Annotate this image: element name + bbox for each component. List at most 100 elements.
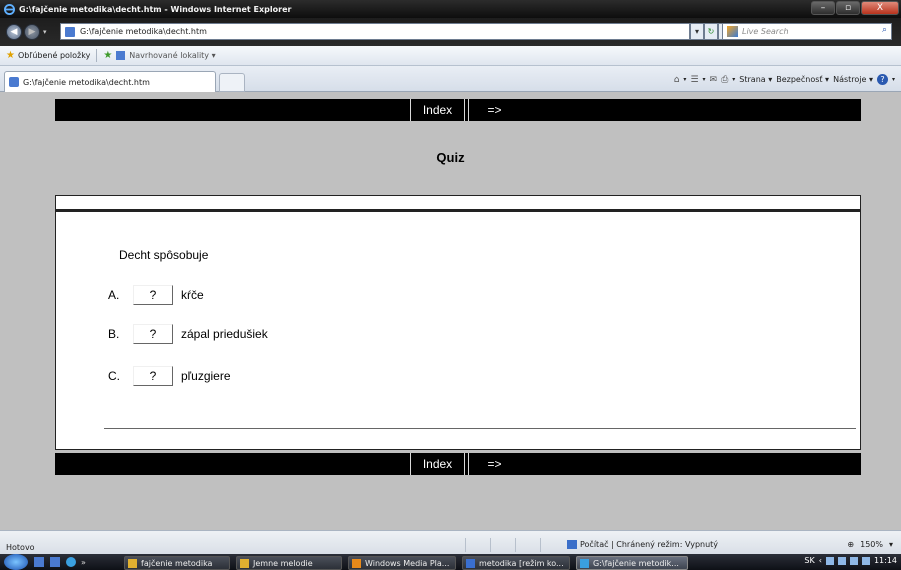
zone-text: Počítač | Chránený režim: Vypnutý [580, 540, 719, 549]
word-document-icon [466, 558, 475, 568]
show-desktop-icon[interactable] [34, 557, 44, 567]
maximize-button[interactable]: ▫ [836, 1, 860, 15]
answer-box[interactable]: ? [133, 285, 173, 305]
search-box[interactable]: Live Search ⌕ [722, 23, 892, 40]
chevron-down-icon[interactable]: ▾ [889, 540, 893, 549]
security-zone[interactable]: Počítač | Chránený režim: Vypnutý [567, 540, 718, 549]
favorites-button[interactable]: Obľúbené položky [18, 51, 90, 60]
task-button-active[interactable]: G:\fajčenie metodik... [576, 556, 688, 570]
feeds-icon[interactable]: ☰ [690, 75, 698, 85]
minimize-button[interactable]: – [811, 1, 835, 15]
index-link[interactable]: Index [410, 453, 465, 475]
system-tray: SK ‹ 11:14 [804, 556, 897, 565]
option-letter: A. [108, 288, 120, 302]
task-button[interactable]: metodika [režim ko... [462, 556, 570, 570]
zoom-icon: ⊕ [847, 540, 855, 549]
divider [104, 428, 856, 429]
title-bar: G:\fajčenie metodika\decht.htm - Windows… [0, 0, 901, 18]
suggested-sites-icon [116, 51, 126, 60]
ie-quicklaunch-icon[interactable] [66, 557, 76, 567]
status-text: Hotovo [6, 543, 35, 552]
help-icon[interactable]: ? [876, 74, 888, 85]
folder-icon [128, 558, 137, 568]
option-text: kŕče [181, 288, 204, 302]
page-menu[interactable]: Strana ▾ [739, 75, 772, 84]
tray-app-icon[interactable] [837, 556, 846, 565]
favorites-star-icon[interactable]: ★ [6, 50, 15, 61]
next-link[interactable]: => [468, 453, 520, 475]
ie-task-icon [580, 558, 589, 568]
address-bar[interactable]: G:\fajčenie metodika\decht.htm [60, 23, 690, 40]
mail-icon[interactable]: ✉ [710, 75, 718, 85]
next-link[interactable]: => [468, 99, 520, 121]
search-placeholder[interactable]: Live Search [742, 27, 789, 36]
address-row: ◀ ▶ ▾ G:\fajčenie metodika\decht.htm ▾ ↻… [0, 18, 901, 46]
option-text: zápal priedušiek [181, 327, 268, 341]
history-dropdown-icon[interactable]: ▾ [43, 28, 47, 36]
index-link[interactable]: Index [410, 99, 465, 121]
nav-bar-top: Index => [55, 99, 861, 121]
quicklaunch-chevron-icon[interactable]: » [81, 558, 86, 567]
network-icon[interactable] [825, 556, 834, 565]
close-button[interactable]: X [861, 1, 899, 15]
new-tab-button[interactable] [219, 73, 245, 92]
tab-row: G:\fajčenie metodika\decht.htm ⌂ ▾ ☰ ▾ ✉… [0, 66, 901, 92]
chevron-down-icon[interactable]: ▾ [732, 76, 735, 83]
tab-label: G:\fajčenie metodika\decht.htm [23, 77, 150, 87]
tray-expand-icon[interactable]: ‹ [819, 556, 822, 565]
ie-logo-icon [4, 3, 15, 15]
forward-button[interactable]: ▶ [24, 24, 40, 40]
add-favorite-icon[interactable]: ★ [103, 50, 112, 61]
answer-box[interactable]: ? [133, 366, 173, 386]
task-label: G:\fajčenie metodik... [593, 558, 679, 568]
task-label: metodika [režim ko... [479, 558, 564, 568]
volume-icon[interactable] [861, 556, 870, 565]
start-button[interactable] [4, 554, 28, 570]
back-button[interactable]: ◀ [6, 24, 22, 40]
media-player-icon [352, 558, 361, 568]
switch-windows-icon[interactable] [50, 557, 60, 567]
panel-header-strip [55, 195, 861, 210]
divider [515, 538, 516, 552]
command-bar: ⌂ ▾ ☰ ▾ ✉ ⎙ ▾ Strana ▾ Bezpečnosť ▾ Nást… [674, 74, 895, 85]
option-text: pľuzgiere [181, 369, 231, 383]
tools-menu[interactable]: Nástroje ▾ [833, 75, 873, 84]
print-icon[interactable]: ⎙ [721, 75, 728, 85]
question-text: Decht spôsobuje [119, 248, 209, 262]
option-b: B. ? zápal priedušiek [108, 322, 268, 346]
zoom-level[interactable]: 150% [860, 540, 883, 549]
option-a: A. ? kŕče [108, 283, 204, 307]
safety-menu[interactable]: Bezpečnosť ▾ [776, 75, 829, 84]
power-icon[interactable] [849, 556, 858, 565]
clock[interactable]: 11:14 [874, 556, 897, 565]
chevron-down-icon[interactable]: ▾ [892, 76, 895, 83]
search-icon[interactable]: ⌕ [882, 25, 887, 35]
nav-bar-bottom: Index => [55, 453, 861, 475]
ie-tab-icon [9, 77, 19, 87]
task-label: Jemne melodie [253, 558, 313, 568]
language-indicator[interactable]: SK [804, 556, 814, 565]
status-bar: Hotovo Počítač | Chránený režim: Vypnutý… [0, 530, 901, 554]
divider [96, 49, 98, 62]
folder-icon [240, 558, 249, 568]
address-url[interactable]: G:\fajčenie metodika\decht.htm [80, 27, 207, 36]
suggested-sites-button[interactable]: Navrhované lokality ▾ [129, 51, 215, 60]
task-button[interactable]: Jemne melodie [236, 556, 342, 570]
task-label: fajčenie metodika [141, 558, 213, 568]
quiz-panel: Decht spôsobuje A. ? kŕče B. ? zápal pri… [55, 210, 861, 450]
home-icon[interactable]: ⌂ [674, 75, 680, 85]
chevron-down-icon[interactable]: ▾ [683, 76, 686, 83]
chevron-down-icon[interactable]: ▾ [703, 76, 706, 83]
divider [540, 538, 541, 552]
window-controls: – ▫ X [811, 1, 899, 15]
favorites-bar: ★ Obľúbené položky ★ Navrhované lokality… [0, 46, 901, 66]
zoom-control[interactable]: ⊕ 150% ▾ [847, 540, 893, 549]
page-content: Index => Quiz Decht spôsobuje A. ? kŕče … [0, 92, 901, 530]
task-button[interactable]: fajčenie metodika [124, 556, 230, 570]
option-c: C. ? pľuzgiere [108, 364, 231, 388]
tab-current[interactable]: G:\fajčenie metodika\decht.htm [4, 71, 216, 92]
task-button[interactable]: Windows Media Pla... [348, 556, 456, 570]
refresh-button[interactable]: ↻ [704, 23, 718, 40]
address-dropdown-icon[interactable]: ▾ [690, 23, 704, 40]
answer-box[interactable]: ? [133, 324, 173, 344]
